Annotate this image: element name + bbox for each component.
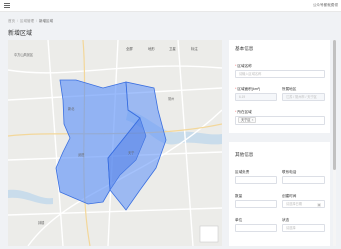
menu-icon[interactable] xyxy=(4,3,10,8)
breadcrumb: 首页 / 区域管理 / 新增区域 xyxy=(8,19,53,23)
map-control-label[interactable]: 标注 xyxy=(191,46,198,51)
tag-close-icon[interactable]: × xyxy=(252,118,254,122)
manager-label: 区域负责 xyxy=(235,170,250,174)
map-place-label: 常州 xyxy=(168,97,175,101)
map-place-label: 新北 xyxy=(68,107,75,111)
status-label: 状态 xyxy=(282,218,290,222)
owner-area-label: *所在区域 xyxy=(235,110,252,114)
org-name[interactable]: 公众号都就费领 xyxy=(313,3,338,8)
area-size-label: *区域面积(km²) xyxy=(235,87,261,91)
map-place-label: 天宁 xyxy=(128,151,135,155)
contact-label: 联系电话 xyxy=(282,170,297,174)
section-title-basic: 基本信息 xyxy=(235,46,254,51)
map-place-label: 钟楼 xyxy=(38,221,45,225)
status-select[interactable]: 请选择 xyxy=(282,224,325,232)
owner-area-tag: 天宁区 × xyxy=(238,117,257,123)
area-name-label: *区域名称 xyxy=(235,64,252,68)
top-bar: 公众号都就费领 xyxy=(0,0,341,12)
count-input[interactable] xyxy=(235,200,277,208)
scrollbar-thumb[interactable] xyxy=(333,40,336,170)
form-scrollbar[interactable] xyxy=(333,40,336,246)
map-place-label: 武进 xyxy=(78,153,85,157)
calendar-icon: ▣ xyxy=(317,202,321,207)
unit-label: 单位 xyxy=(235,218,243,222)
contact-input[interactable] xyxy=(282,176,325,184)
map-overview-thumbnail[interactable] xyxy=(199,225,219,243)
area-size-input[interactable]: 6.19 xyxy=(235,93,277,101)
breadcrumb-home[interactable]: 首页 xyxy=(8,19,15,23)
map-canvas[interactable] xyxy=(8,40,222,246)
unit-input[interactable] xyxy=(235,224,277,232)
map-place-label: 中方山风景区 xyxy=(14,53,34,57)
count-label: 数量 xyxy=(235,194,243,198)
date-picker[interactable]: 请选择日期 ▣ xyxy=(282,200,325,208)
city-label: 所属地区 xyxy=(282,87,297,91)
map-panel[interactable]: 全屏 地形 卫星 标注 中方山风景区 常州 武进 新北 天宁 钟楼 xyxy=(8,40,222,246)
section-title-other: 其他信息 xyxy=(235,152,254,157)
city-select[interactable]: 江苏 / 常州市 / 天宁区 xyxy=(282,93,325,101)
page-title: 新增区域 xyxy=(8,31,33,37)
app-root: 公众号都就费领 首页 / 区域管理 / 新增区域 新增区域 全屏 地形 卫星 标… xyxy=(0,0,341,249)
section-divider xyxy=(229,133,330,142)
manager-input[interactable] xyxy=(235,176,277,184)
map-control-fullscreen[interactable]: 全屏 xyxy=(126,46,133,51)
breadcrumb-current: 新增区域 xyxy=(38,19,53,23)
form-panel: 基本信息 *区域名称 *区域面积(km²) 6.19 所属地区 江苏 / 常州市… xyxy=(229,40,330,246)
area-name-input[interactable] xyxy=(235,70,325,78)
map-control-satellite[interactable]: 卫星 xyxy=(169,46,176,51)
map-control-terrain[interactable]: 地形 xyxy=(148,46,155,51)
date-label: 创建时间 xyxy=(282,194,297,198)
breadcrumb-area-manage[interactable]: 区域管理 xyxy=(20,19,34,23)
